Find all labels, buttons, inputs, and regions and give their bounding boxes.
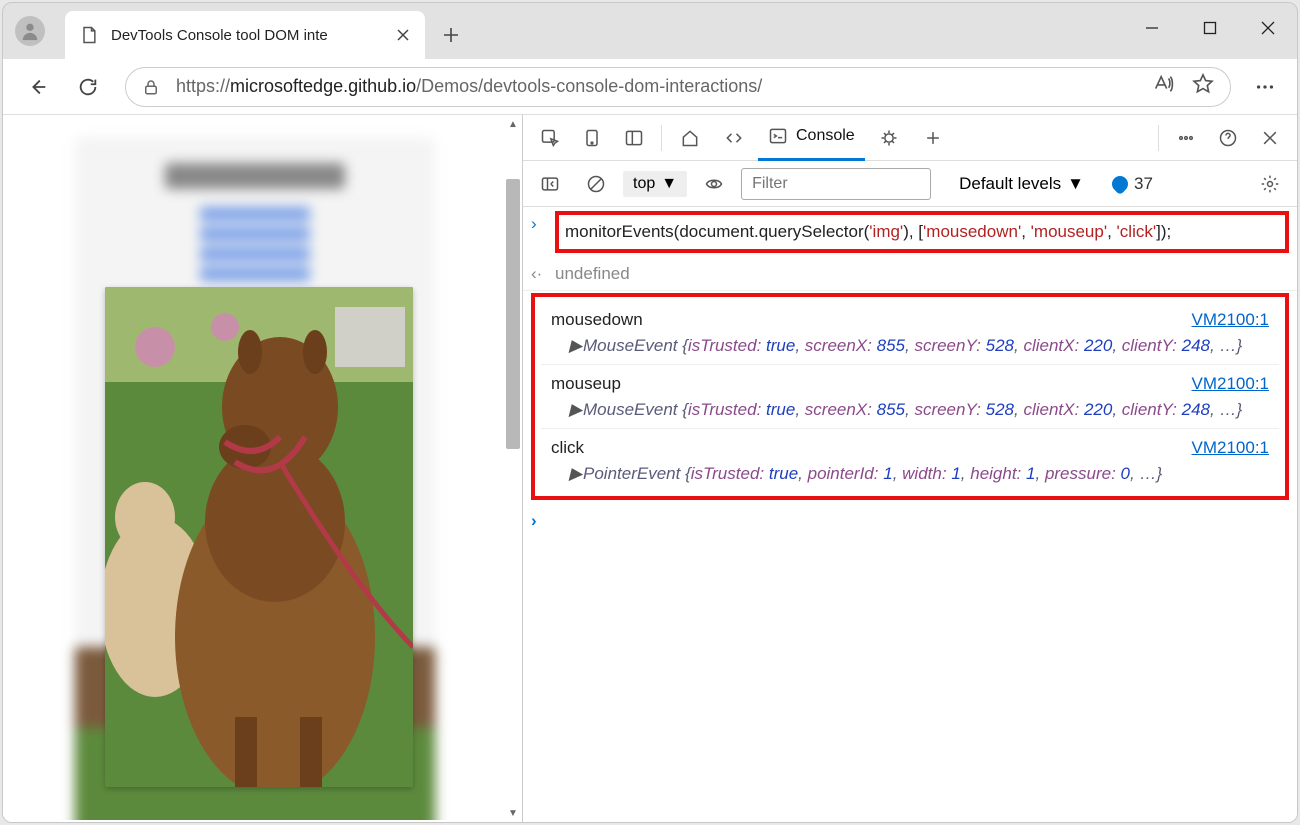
browser-menu-button[interactable] xyxy=(1247,76,1283,98)
expand-icon[interactable]: ▶ xyxy=(569,461,583,487)
expand-icon[interactable]: ▶ xyxy=(569,333,583,359)
close-window-button[interactable] xyxy=(1239,3,1297,53)
tab-welcome[interactable] xyxy=(670,115,710,161)
devtools-panel: Console top ▼ xyxy=(523,115,1297,822)
devtools-close-icon[interactable] xyxy=(1251,119,1289,157)
scroll-down-button[interactable]: ▼ xyxy=(506,806,520,820)
profile-avatar[interactable] xyxy=(15,16,45,46)
filter-input[interactable] xyxy=(741,168,931,200)
address-bar-row: https://microsoftedge.github.io/Demos/de… xyxy=(3,59,1297,115)
new-tab-button[interactable] xyxy=(433,17,469,53)
page-icon xyxy=(79,25,99,45)
tab-title: DevTools Console tool DOM inte xyxy=(111,27,383,44)
source-link[interactable]: VM2100:1 xyxy=(1192,371,1270,397)
console-event-click[interactable]: clickVM2100:1▶PointerEvent {isTrusted: t… xyxy=(541,429,1279,492)
page-viewport[interactable]: ▲ ▼ xyxy=(3,115,523,822)
scroll-thumb[interactable] xyxy=(506,179,520,449)
browser-window: DevTools Console tool DOM inte https://m… xyxy=(2,2,1298,823)
refresh-button[interactable] xyxy=(67,66,109,108)
address-bar[interactable]: https://microsoftedge.github.io/Demos/de… xyxy=(125,67,1231,107)
console-output[interactable]: › monitorEvents(document.querySelector('… xyxy=(523,207,1297,822)
issues-count: 37 xyxy=(1134,174,1153,194)
device-toggle-icon[interactable] xyxy=(573,119,611,157)
favorite-icon[interactable] xyxy=(1192,73,1214,100)
address-actions xyxy=(1152,73,1214,100)
prompt-chevron-icon: › xyxy=(531,508,547,534)
source-link[interactable]: VM2100:1 xyxy=(1192,435,1270,461)
console-events-highlight: mousedownVM2100:1▶MouseEvent {isTrusted:… xyxy=(531,293,1289,500)
read-aloud-icon[interactable] xyxy=(1152,73,1174,100)
prompt-input[interactable] xyxy=(555,508,1289,534)
tab-bar: DevTools Console tool DOM inte xyxy=(3,3,1297,59)
browser-tab-active[interactable]: DevTools Console tool DOM inte xyxy=(65,11,425,59)
tab-console[interactable]: Console xyxy=(758,115,865,161)
back-button[interactable] xyxy=(17,66,59,108)
lock-icon xyxy=(142,78,160,96)
maximize-button[interactable] xyxy=(1181,3,1239,53)
expand-icon[interactable]: ▶ xyxy=(569,397,583,423)
console-input-code[interactable]: monitorEvents(document.querySelector('im… xyxy=(555,211,1289,253)
minimize-button[interactable] xyxy=(1123,3,1181,53)
content-area: ▲ ▼ Console xyxy=(3,115,1297,822)
issue-icon xyxy=(1109,172,1132,195)
context-label: top xyxy=(633,175,655,193)
tab-issues[interactable] xyxy=(869,115,909,161)
event-name: mousedown xyxy=(551,310,643,329)
return-value: undefined xyxy=(555,264,630,283)
toggle-sidebar-icon[interactable] xyxy=(531,165,569,203)
tab-console-label: Console xyxy=(796,127,855,145)
window-controls xyxy=(1123,3,1297,53)
console-settings-icon[interactable] xyxy=(1251,165,1289,203)
tab-close-icon[interactable] xyxy=(395,27,411,43)
event-name: mouseup xyxy=(551,374,621,393)
console-prompt[interactable]: › xyxy=(523,500,1297,542)
console-event-mouseup[interactable]: mouseupVM2100:1▶MouseEvent {isTrusted: t… xyxy=(541,365,1279,429)
issues-badge[interactable]: 37 xyxy=(1112,174,1153,194)
demo-image-alpaca[interactable] xyxy=(105,287,413,787)
console-event-mousedown[interactable]: mousedownVM2100:1▶MouseEvent {isTrusted:… xyxy=(541,301,1279,365)
console-toolbar: top ▼ Default levels ▼ 37 xyxy=(523,161,1297,207)
dock-side-icon[interactable] xyxy=(615,119,653,157)
input-chevron-icon: › xyxy=(531,211,547,237)
source-link[interactable]: VM2100:1 xyxy=(1192,307,1270,333)
console-return-row: ‹· undefined xyxy=(523,257,1297,292)
return-arrow-icon: ‹· xyxy=(531,261,547,287)
live-expression-icon[interactable] xyxy=(695,165,733,203)
log-levels-selector[interactable]: Default levels ▼ xyxy=(959,174,1084,194)
scrollbar[interactable]: ▲ ▼ xyxy=(506,117,520,820)
clear-console-icon[interactable] xyxy=(577,165,615,203)
context-selector[interactable]: top ▼ xyxy=(623,171,687,197)
url-text: https://microsoftedge.github.io/Demos/de… xyxy=(176,76,1136,97)
chevron-down-icon: ▼ xyxy=(661,175,677,193)
devtools-more-icon[interactable] xyxy=(1167,119,1205,157)
scroll-up-button[interactable]: ▲ xyxy=(506,117,520,131)
console-input-row: › monitorEvents(document.querySelector('… xyxy=(523,207,1297,257)
tab-more[interactable] xyxy=(913,115,953,161)
levels-label: Default levels xyxy=(959,174,1061,194)
devtools-tab-bar: Console xyxy=(523,115,1297,161)
tab-elements[interactable] xyxy=(714,115,754,161)
chevron-down-icon: ▼ xyxy=(1067,174,1084,194)
inspect-element-icon[interactable] xyxy=(531,119,569,157)
devtools-help-icon[interactable] xyxy=(1209,119,1247,157)
event-name: click xyxy=(551,438,584,457)
